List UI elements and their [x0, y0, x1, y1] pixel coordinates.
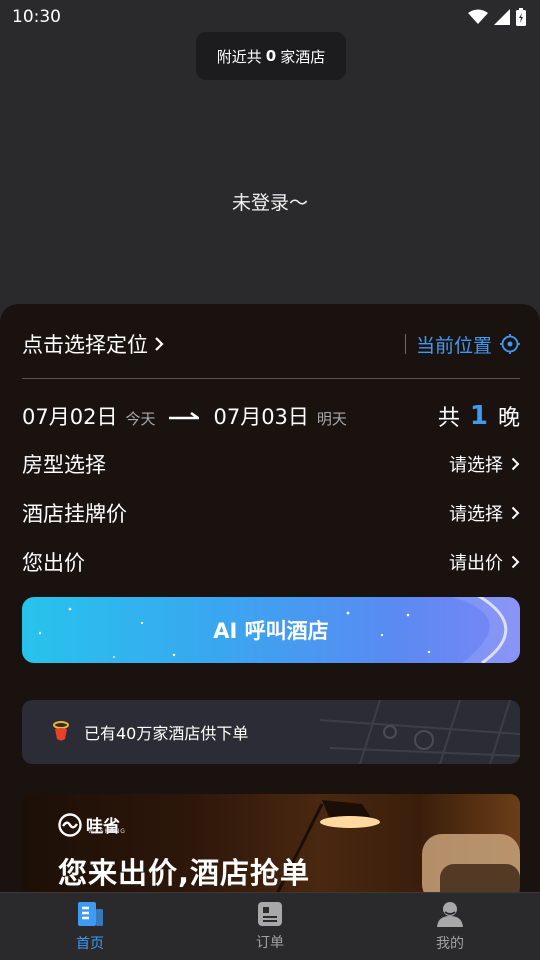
room-type-label: 房型选择 [22, 453, 106, 477]
checkout-sub: 明天 [316, 409, 347, 428]
tab-orders[interactable]: 订单 [180, 893, 360, 960]
bottom-tab-bar: 首页 订单 我的 [0, 892, 540, 960]
tab-home[interactable]: 首页 [0, 893, 180, 960]
locate-target-icon [500, 334, 520, 354]
nights-number: 1 [469, 401, 488, 431]
listed-price-row[interactable]: 酒店挂牌价 请选择 [22, 495, 520, 531]
location-separator [404, 334, 406, 354]
map-lines-decoration [320, 700, 520, 764]
listed-price-value[interactable]: 请选择 [449, 500, 520, 526]
tab-mine-label: 我的 [436, 935, 464, 952]
order-card-icon [258, 901, 282, 926]
chevron-right-icon [511, 457, 520, 471]
battery-icon [516, 8, 526, 26]
current-location-label: 当前位置 [415, 334, 492, 357]
tab-home-label: 首页 [76, 935, 104, 952]
hotel-count-text: 已有40万家酒店供下单 [84, 724, 249, 743]
home-doc-icon [78, 901, 103, 926]
select-location-button[interactable]: 点击选择定位 [22, 329, 164, 359]
promo-slogan: 您来出价,酒店抢单 [58, 856, 311, 890]
room-type-value-text: 请选择 [449, 455, 503, 476]
room-type-value[interactable]: 请选择 [449, 451, 520, 477]
nights-suffix: 晚 [497, 406, 520, 431]
toast-prefix: 附近共 [216, 47, 262, 66]
brand-subtitle: WASHENG [88, 828, 126, 835]
checkout-date[interactable]: 07月03日 [213, 401, 308, 431]
room-type-row[interactable]: 房型选择 请选择 [22, 446, 520, 482]
checkin-date[interactable]: 07月02日 [22, 401, 117, 431]
nights-prefix: 共 [437, 406, 460, 431]
listed-price-label: 酒店挂牌价 [22, 502, 127, 526]
date-arrow-icon [169, 411, 200, 420]
your-bid-value-text: 请出价 [449, 553, 503, 574]
status-time: 10:30 [12, 7, 61, 27]
wifi-icon [468, 9, 488, 24]
promo-banner[interactable]: 哇省 WASHENG 您来出价,酒店抢单 [22, 794, 520, 892]
listed-price-value-text: 请选择 [449, 504, 503, 525]
chevron-right-icon [511, 555, 520, 569]
tab-mine[interactable]: 我的 [360, 893, 540, 960]
nearby-hotels-toast: 附近共 0 家酒店 [196, 32, 346, 80]
current-location-button[interactable]: 当前位置 [404, 331, 520, 358]
divider [22, 378, 520, 379]
login-status-text[interactable]: 未登录～ [0, 188, 540, 215]
checkin-sub: 今天 [125, 409, 156, 428]
status-bar: 10:30 [0, 0, 540, 34]
your-bid-row[interactable]: 您出价 请出价 [22, 544, 520, 580]
hotel-pin-icon [53, 721, 69, 741]
date-row[interactable]: 07月02日 今天 07月03日 明天 共 1 晚 [22, 398, 520, 434]
ai-call-hotel-button[interactable]: AI 呼叫酒店 [22, 597, 520, 663]
ai-call-hotel-label: AI 呼叫酒店 [213, 619, 329, 643]
status-icons [468, 8, 526, 26]
nights-count: 共 1 晚 [438, 400, 520, 432]
toast-suffix: 家酒店 [280, 47, 326, 66]
cell-signal-icon [494, 9, 510, 25]
select-location-label: 点击选择定位 [22, 333, 148, 357]
toast-count: 0 [265, 47, 277, 65]
chevron-right-icon [155, 337, 164, 351]
hotel-count-banner[interactable]: 已有40万家酒店供下单 [22, 700, 520, 764]
tab-orders-label: 订单 [256, 934, 284, 951]
brand-logo-icon [58, 812, 82, 837]
your-bid-label: 您出价 [22, 551, 85, 575]
your-bid-value[interactable]: 请出价 [449, 549, 520, 575]
chevron-right-icon [511, 506, 520, 520]
booking-panel: 点击选择定位 当前位置 07月02日 今天 07月03日 明天 共 1 晚 房型… [0, 304, 540, 892]
location-row: 点击选择定位 当前位置 [22, 326, 520, 362]
user-icon [437, 901, 463, 927]
